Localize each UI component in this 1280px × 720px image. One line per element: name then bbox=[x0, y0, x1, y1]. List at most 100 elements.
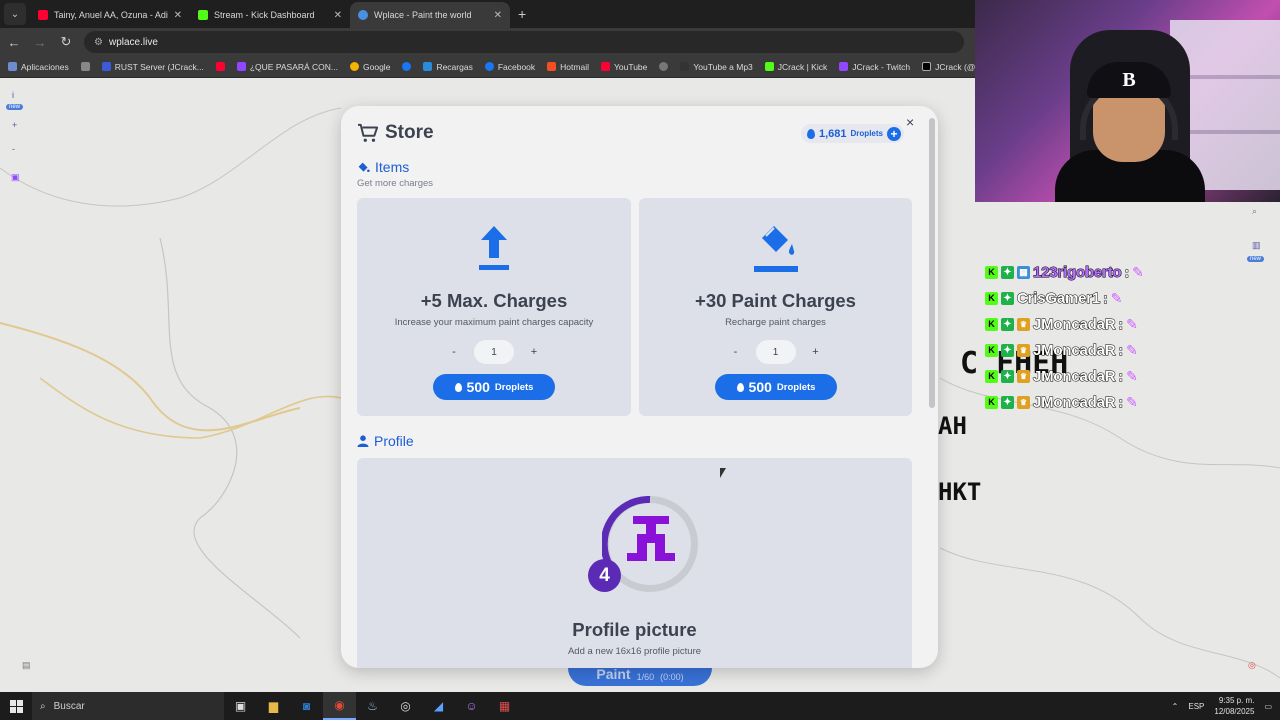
close-button[interactable]: × bbox=[906, 114, 914, 130]
outlook-icon[interactable]: ◙ bbox=[290, 692, 323, 720]
forward-icon[interactable]: → bbox=[32, 35, 48, 50]
start-button[interactable] bbox=[0, 692, 32, 720]
twitch-icon[interactable]: ▣ bbox=[11, 172, 20, 183]
increment-button[interactable]: + bbox=[804, 342, 828, 362]
discord-icon[interactable]: ☺ bbox=[455, 692, 488, 720]
app-icon[interactable]: ▦ bbox=[488, 692, 521, 720]
tab-search-button[interactable]: ⌄ bbox=[4, 3, 26, 25]
scrollbar-thumb[interactable] bbox=[929, 118, 935, 408]
chat-message: K ✦ ♛ JMoncadaR : ✎ bbox=[985, 340, 1144, 360]
chevron-up-icon[interactable]: ⌃ bbox=[1172, 702, 1179, 711]
editor-icon[interactable]: ◢ bbox=[422, 692, 455, 720]
kick-badge-icon: K bbox=[985, 369, 998, 383]
buy-button[interactable]: 500 Droplets bbox=[433, 374, 555, 400]
zoom-in-icon[interactable]: + bbox=[12, 120, 17, 130]
address-input[interactable]: ⚙ wplace.live bbox=[84, 31, 964, 53]
chat-message: K ✦ ▦ 123rigoberto : ✎ bbox=[985, 262, 1144, 282]
chat-message: K ✦ CrisGamer1 : ✎ bbox=[985, 288, 1144, 308]
chat-username: JMoncadaR bbox=[1032, 315, 1116, 333]
bookmark-item[interactable]: Hotmail bbox=[547, 62, 589, 72]
wplace-icon bbox=[358, 10, 368, 20]
bookmark-item[interactable]: YouTube a Mp3 bbox=[680, 62, 753, 72]
decrement-button[interactable]: - bbox=[724, 342, 748, 362]
bookmark-item[interactable]: YouTube bbox=[600, 62, 647, 72]
bookmark-item[interactable]: Facebook bbox=[484, 62, 535, 72]
bookmark-item[interactable] bbox=[659, 62, 669, 71]
chat-separator: : bbox=[1118, 316, 1124, 333]
quantity-input[interactable]: 1 bbox=[474, 340, 514, 364]
browser-tab-wplace[interactable]: Wplace - Paint the world ✕ bbox=[350, 2, 510, 28]
kick-icon bbox=[198, 10, 208, 20]
clock[interactable]: 9:35 p. m. 12/08/2025 bbox=[1214, 695, 1254, 717]
chat-separator: : bbox=[1103, 290, 1109, 307]
increment-button[interactable]: + bbox=[522, 342, 546, 362]
droplet-icon bbox=[736, 382, 744, 392]
search-map-icon[interactable]: ⌕ bbox=[1252, 206, 1257, 217]
chat-separator: : bbox=[1124, 264, 1130, 281]
chrome-icon[interactable]: ◉ bbox=[323, 692, 356, 720]
bookmark-item[interactable]: JCrack - Twitch bbox=[839, 62, 910, 72]
add-droplets-button[interactable]: + bbox=[886, 126, 901, 141]
bookmark-item[interactable]: Aplicaciones bbox=[8, 62, 69, 72]
bookmark-item[interactable] bbox=[402, 62, 412, 71]
new-tab-button[interactable]: + bbox=[518, 6, 526, 22]
info-icon[interactable]: i bbox=[12, 90, 14, 100]
pixel-art-text: HKT bbox=[938, 478, 982, 506]
taskbar-search[interactable]: ⌕ Buscar bbox=[32, 692, 224, 720]
chat-separator: : bbox=[1118, 342, 1124, 359]
task-view-icon[interactable]: ▣ bbox=[224, 692, 257, 720]
modal-scrollbar[interactable] bbox=[929, 118, 935, 658]
bookmark-item[interactable]: ¿QUE PASARÁ CON... bbox=[236, 62, 338, 72]
profile-section-title: Profile bbox=[357, 433, 414, 449]
steam-icon[interactable]: ♨ bbox=[356, 692, 389, 720]
emote-icon: ✎ bbox=[1126, 315, 1138, 332]
back-icon[interactable]: ← bbox=[6, 35, 22, 50]
youtube-icon bbox=[600, 62, 610, 71]
zoom-out-icon[interactable]: - bbox=[12, 144, 15, 154]
decrement-button[interactable]: - bbox=[442, 342, 466, 362]
chat-username: JMoncadaR bbox=[1032, 393, 1116, 411]
bookmark-item[interactable]: Recargas bbox=[423, 62, 473, 72]
stream-chat-overlay: K ✦ ▦ 123rigoberto : ✎ K ✦ CrisGamer1 : … bbox=[985, 262, 1144, 412]
new-badge: new bbox=[1247, 256, 1265, 262]
notification-icon[interactable]: ▭ bbox=[1264, 702, 1272, 711]
emote-icon: ✎ bbox=[1126, 393, 1138, 410]
search-icon: ⌕ bbox=[40, 700, 46, 712]
browser-tab-kick[interactable]: Stream - Kick Dashboard ✕ bbox=[190, 2, 350, 28]
clock-date: 12/08/2025 bbox=[1214, 707, 1255, 716]
quantity-input[interactable]: 1 bbox=[755, 340, 796, 364]
bookmark-item[interactable]: JCrack | Kick bbox=[764, 62, 827, 72]
bookmark-item[interactable] bbox=[215, 62, 225, 71]
store-title: Store bbox=[385, 122, 434, 143]
bookmark-item[interactable]: Google bbox=[350, 62, 390, 72]
grid-icon bbox=[80, 62, 90, 71]
bucket-icon-wrap bbox=[639, 222, 912, 274]
obs-icon[interactable]: ◎ bbox=[389, 692, 422, 720]
gift-badge-icon: ▦ bbox=[1017, 265, 1030, 279]
paint-bucket-icon bbox=[358, 162, 370, 172]
bookmark-item[interactable]: RUST Server (JCrack... bbox=[101, 62, 204, 72]
site-info-icon[interactable]: ⚙ bbox=[94, 37, 103, 48]
recharge-icon bbox=[423, 62, 433, 71]
close-tab-icon[interactable]: ✕ bbox=[174, 10, 182, 21]
browser-tab-youtube[interactable]: Tainy, Anuel AA, Ozuna - Adicto ✕ bbox=[30, 2, 190, 28]
location-icon[interactable]: ◎ bbox=[1248, 660, 1256, 671]
close-tab-icon[interactable]: ✕ bbox=[334, 10, 342, 21]
buy-button[interactable]: 500 Droplets bbox=[715, 374, 837, 400]
reload-icon[interactable]: ↻ bbox=[58, 34, 74, 50]
chat-username: JMoncadaR bbox=[1032, 341, 1116, 359]
og-badge-icon: ✦ bbox=[1001, 265, 1014, 279]
file-explorer-icon[interactable]: ▆ bbox=[257, 692, 290, 720]
windows-logo-icon bbox=[9, 699, 23, 713]
item-title: +30 Paint Charges bbox=[695, 290, 856, 311]
language-indicator[interactable]: ESP bbox=[1188, 702, 1204, 711]
og-badge-icon: ✦ bbox=[1001, 369, 1014, 383]
bookmark-item[interactable] bbox=[80, 62, 90, 71]
chat-separator: : bbox=[1118, 394, 1124, 411]
price-unit: Droplets bbox=[776, 381, 816, 393]
item-card-profile-picture: 4 Profile picture Add a new 16x16 profil… bbox=[357, 458, 912, 668]
leaderboard-icon[interactable]: ▥ bbox=[1252, 240, 1261, 251]
close-tab-icon[interactable]: ✕ bbox=[494, 10, 502, 21]
layers-icon[interactable]: ▤ bbox=[22, 660, 31, 671]
price-unit: Droplets bbox=[494, 381, 534, 393]
